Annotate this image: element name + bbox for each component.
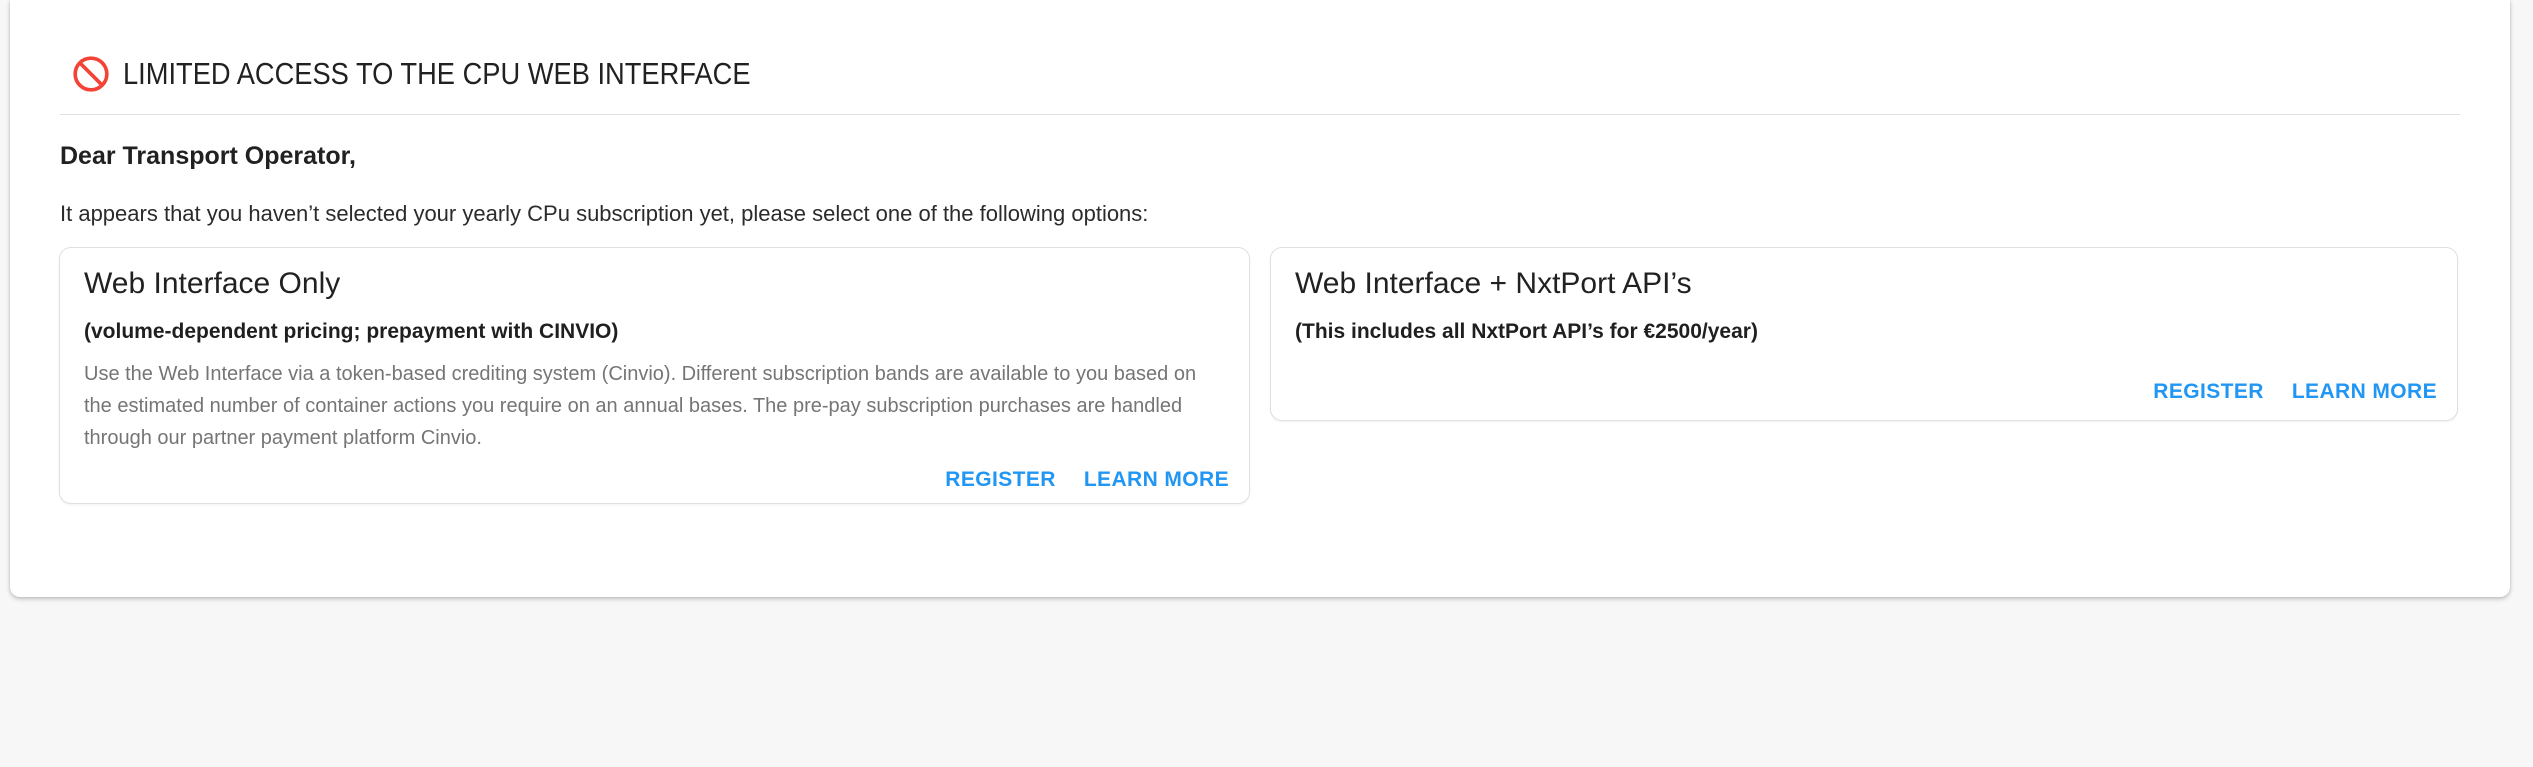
- card-description: Use the Web Interface via a token-based …: [84, 358, 1225, 454]
- header-divider: [60, 114, 2460, 115]
- intro-text: It appears that you haven’t selected you…: [60, 201, 1148, 227]
- block-icon: [72, 55, 110, 93]
- page-title: LIMITED ACCESS TO THE CPU WEB INTERFACE: [123, 55, 751, 93]
- card-actions: REGISTER LEARN MORE: [60, 454, 1249, 508]
- option-card-web-interface-only: Web Interface Only (volume-dependent pri…: [59, 247, 1250, 504]
- page-header: LIMITED ACCESS TO THE CPU WEB INTERFACE: [72, 54, 836, 94]
- learn-more-button[interactable]: LEARN MORE: [2282, 374, 2447, 410]
- subscription-options: Web Interface Only (volume-dependent pri…: [59, 247, 2458, 504]
- greeting-text: Dear Transport Operator,: [60, 142, 356, 171]
- card-title: Web Interface Only: [84, 266, 1225, 302]
- card-subtitle: (This includes all NxtPort API’s for €25…: [1295, 319, 2433, 345]
- card-subtitle: (volume-dependent pricing; prepayment wi…: [84, 319, 1225, 345]
- register-button[interactable]: REGISTER: [935, 462, 1066, 498]
- card-title: Web Interface + NxtPort API’s: [1295, 266, 2433, 302]
- content-panel: LIMITED ACCESS TO THE CPU WEB INTERFACE …: [10, 0, 2510, 597]
- option-card-web-interface-nxtport-apis: Web Interface + NxtPort API’s (This incl…: [1270, 247, 2458, 421]
- learn-more-button[interactable]: LEARN MORE: [1074, 462, 1239, 498]
- page: LIMITED ACCESS TO THE CPU WEB INTERFACE …: [0, 0, 2533, 767]
- register-button[interactable]: REGISTER: [2143, 374, 2274, 410]
- card-actions: REGISTER LEARN MORE: [1271, 366, 2457, 420]
